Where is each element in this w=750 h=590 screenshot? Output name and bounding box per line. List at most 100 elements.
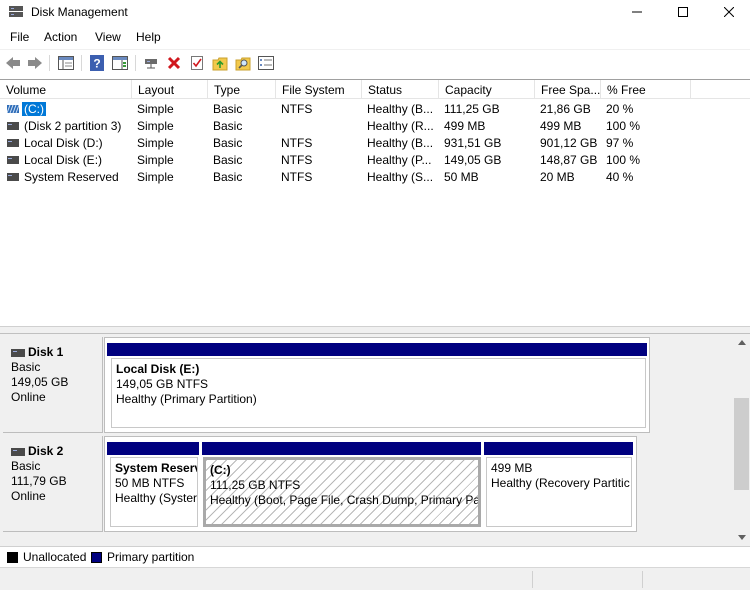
volume-status: Healthy (P... (367, 153, 432, 167)
menu-help[interactable]: Help (136, 30, 161, 44)
console-tree-button[interactable] (57, 54, 75, 72)
menu-action[interactable]: Action (44, 30, 77, 44)
pane-splitter[interactable] (0, 326, 750, 334)
volume-status: Healthy (B... (367, 102, 434, 116)
volume-icon (7, 122, 19, 130)
partition-c-selected[interactable]: (C:) 111,25 GB NTFS Healthy (Boot, Page … (203, 457, 481, 527)
action-pane-button[interactable] (111, 54, 129, 72)
partition-recovery[interactable]: 499 MB Healthy (Recovery Partitic (486, 457, 632, 527)
toolbar-separator (135, 55, 136, 71)
volume-row[interactable]: (Disk 2 partition 3) Simple Basic Health… (0, 118, 750, 135)
scroll-up-button[interactable] (733, 334, 750, 351)
volume-layout: Simple (137, 136, 174, 150)
delete-button[interactable] (165, 54, 183, 72)
find-button[interactable] (234, 54, 252, 72)
maximize-button[interactable] (660, 0, 706, 24)
partition-system-reserved[interactable]: System Reserv 50 MB NTFS Healthy (Syster (110, 457, 198, 527)
menu-file[interactable]: File (10, 30, 29, 44)
volume-icon (7, 173, 19, 181)
volume-percent-free: 97 % (606, 136, 634, 150)
toolbar: ? (0, 49, 750, 77)
status-bar (0, 567, 750, 590)
volume-capacity: 931,51 GB (444, 136, 502, 150)
disk-1-info[interactable]: Disk 1 Basic 149,05 GB Online (3, 337, 103, 433)
partition-size: 111,25 GB NTFS (210, 478, 301, 492)
close-button[interactable] (706, 0, 750, 24)
svg-text:?: ? (93, 57, 100, 71)
primary-partition-bar (484, 442, 633, 455)
partition-title: (C:) (210, 463, 231, 477)
disk-type: Basic (11, 360, 41, 374)
column-header-capacity[interactable]: Capacity (439, 80, 535, 99)
disk-list-button[interactable] (257, 54, 275, 72)
column-header-layout[interactable]: Layout (132, 80, 208, 99)
scroll-down-button[interactable] (733, 529, 750, 546)
import-button[interactable] (211, 54, 229, 72)
volume-type: Basic (213, 136, 243, 150)
volume-row[interactable]: Local Disk (E:) Simple Basic NTFS Health… (0, 152, 750, 169)
volume-percent-free: 40 % (606, 170, 634, 184)
help-icon: ? (90, 55, 104, 71)
column-header-file-system[interactable]: File System (276, 80, 362, 99)
column-header-status[interactable]: Status (362, 80, 439, 99)
minimize-button[interactable] (614, 0, 660, 24)
legend-label-primary-partition: Primary partition (107, 550, 195, 564)
legend-swatch-primary-partition (91, 552, 102, 563)
volume-row[interactable]: (C:) Simple Basic NTFS Healthy (B... 111… (0, 101, 750, 118)
striped-volume-icon (7, 105, 19, 113)
volume-percent-free: 20 % (606, 102, 634, 116)
import-folder-icon (212, 57, 228, 71)
volume-free-space: 499 MB (540, 119, 582, 133)
minimize-icon (632, 11, 642, 13)
properties-button[interactable] (188, 54, 206, 72)
disk-graphical-view: Disk 1 Basic 149,05 GB Online Local Disk… (0, 334, 733, 546)
volume-status: Healthy (S... (367, 170, 434, 184)
disk-size: 149,05 GB (11, 375, 69, 389)
delete-icon (167, 56, 181, 70)
disk-name: Disk 1 (28, 345, 64, 359)
disk-icon (11, 447, 25, 456)
volume-name: (Disk 2 partition 3) (24, 119, 122, 133)
partition-size: 149,05 GB NTFS (116, 377, 209, 391)
volume-percent-free: 100 % (606, 153, 641, 167)
disk-state: Online (11, 390, 46, 404)
volume-list-header: Volume Layout Type File System Status Ca… (0, 80, 750, 99)
volume-list: Volume Layout Type File System Status Ca… (0, 79, 750, 326)
volume-capacity: 50 MB (444, 170, 479, 184)
legend-label-unallocated: Unallocated (23, 550, 87, 564)
disk-management-icon (9, 6, 23, 17)
partition-status: Healthy (Boot, Page File, Crash Dump, Pr… (210, 493, 481, 507)
column-header-percent-free[interactable]: % Free (601, 80, 691, 99)
maximize-icon (678, 7, 688, 17)
disk-state: Online (11, 489, 46, 503)
disk-icon (11, 348, 25, 357)
volume-name: Local Disk (E:) (24, 153, 103, 167)
menu-view[interactable]: View (95, 30, 121, 44)
close-icon (724, 7, 734, 17)
primary-partition-bar (107, 343, 647, 356)
column-header-volume[interactable]: Volume (0, 80, 132, 99)
forward-button[interactable] (26, 54, 44, 72)
legend: Unallocated Primary partition (0, 546, 750, 566)
vertical-scrollbar[interactable] (733, 334, 750, 546)
volume-type: Basic (213, 102, 243, 116)
volume-status: Healthy (B... (367, 136, 434, 150)
volume-row[interactable]: System Reserved Simple Basic NTFS Health… (0, 169, 750, 186)
disk-name: Disk 2 (28, 444, 64, 458)
window-title: Disk Management (31, 5, 128, 19)
title-bar: Disk Management (0, 0, 750, 26)
scroll-thumb[interactable] (734, 398, 749, 490)
disk-2-info[interactable]: Disk 2 Basic 111,79 GB Online (3, 436, 103, 532)
primary-partition-bar (202, 442, 481, 455)
column-header-free-space[interactable]: Free Spa... (535, 80, 601, 99)
help-button[interactable]: ? (88, 54, 106, 72)
volume-file-system: NTFS (281, 153, 313, 167)
connect-disk-button[interactable] (142, 54, 160, 72)
volume-type: Basic (213, 119, 243, 133)
column-header-type[interactable]: Type (208, 80, 276, 99)
partition-local-disk-e[interactable]: Local Disk (E:) 149,05 GB NTFS Healthy (… (111, 358, 646, 428)
back-button[interactable] (4, 54, 22, 72)
volume-capacity: 111,25 GB (444, 102, 500, 116)
disk-type: Basic (11, 459, 41, 473)
volume-row[interactable]: Local Disk (D:) Simple Basic NTFS Health… (0, 135, 750, 152)
